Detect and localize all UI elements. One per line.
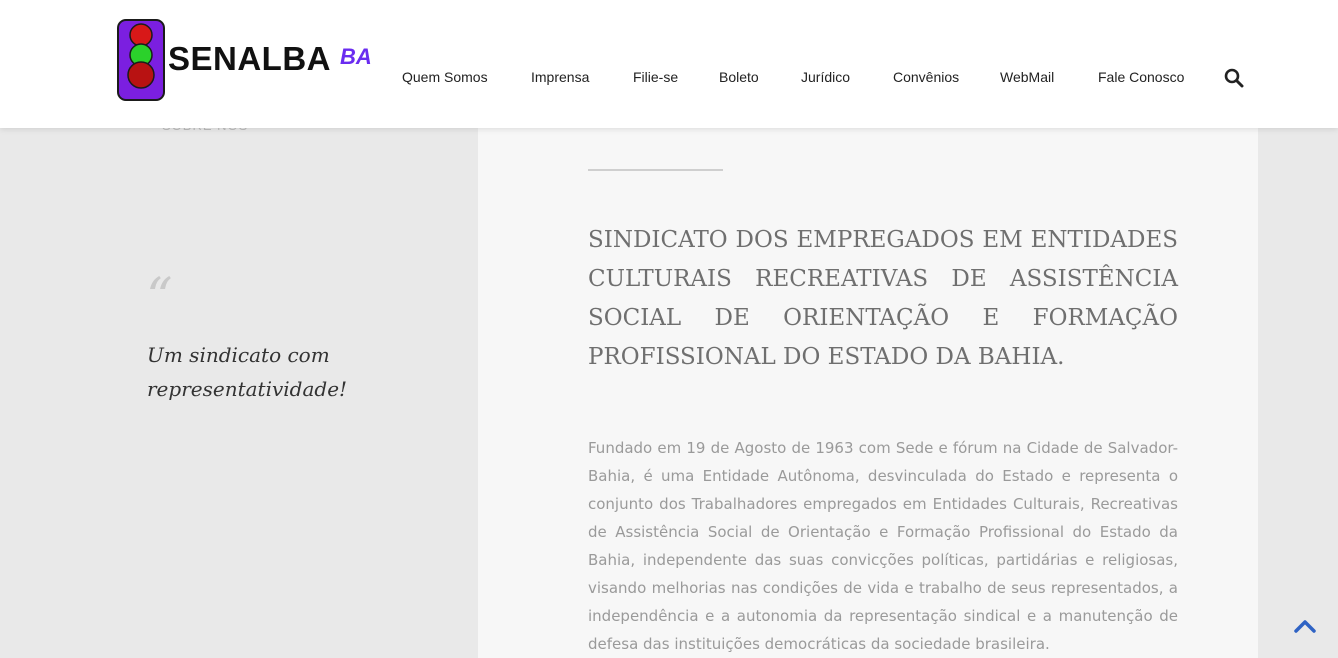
nav-convenios[interactable]: Convênios [893,69,959,85]
nav-quem-somos[interactable]: Quem Somos [402,69,488,85]
nav-boleto[interactable]: Boleto [719,69,759,85]
page: SENALBA BA Quem Somos Imprensa Filie-se … [0,0,1338,658]
chevron-up-icon [1294,620,1316,633]
search-icon [1224,68,1244,88]
nav-webmail[interactable]: WebMail [1000,69,1054,85]
sidebar-tagline: Um sindicato com representatividade! [147,343,348,401]
quote-icon: “ [146,268,173,328]
back-to-top-button[interactable] [1293,614,1317,638]
divider [588,169,723,171]
nav-juridico[interactable]: Jurídico [801,69,850,85]
content-card: SINDICATO DOS EMPREGADOS EM ENTIDADES CU… [478,128,1258,658]
site-header: SENALBA BA Quem Somos Imprensa Filie-se … [0,0,1338,128]
site-logo[interactable]: SENALBA BA [116,18,372,102]
traffic-light-logo-icon [117,19,165,101]
logo-wordmark: SENALBA [168,40,332,77]
nav-fale-conosco[interactable]: Fale Conosco [1098,69,1184,85]
nav-filie-se[interactable]: Filie-se [633,69,678,85]
page-headline: SINDICATO DOS EMPREGADOS EM ENTIDADES CU… [588,227,1178,370]
logo-suffix: BA [340,44,372,69]
search-button[interactable] [1224,68,1244,88]
nav-imprensa[interactable]: Imprensa [531,69,589,85]
about-paragraph: Fundado em 19 de Agosto de 1963 com Sede… [588,439,1178,653]
